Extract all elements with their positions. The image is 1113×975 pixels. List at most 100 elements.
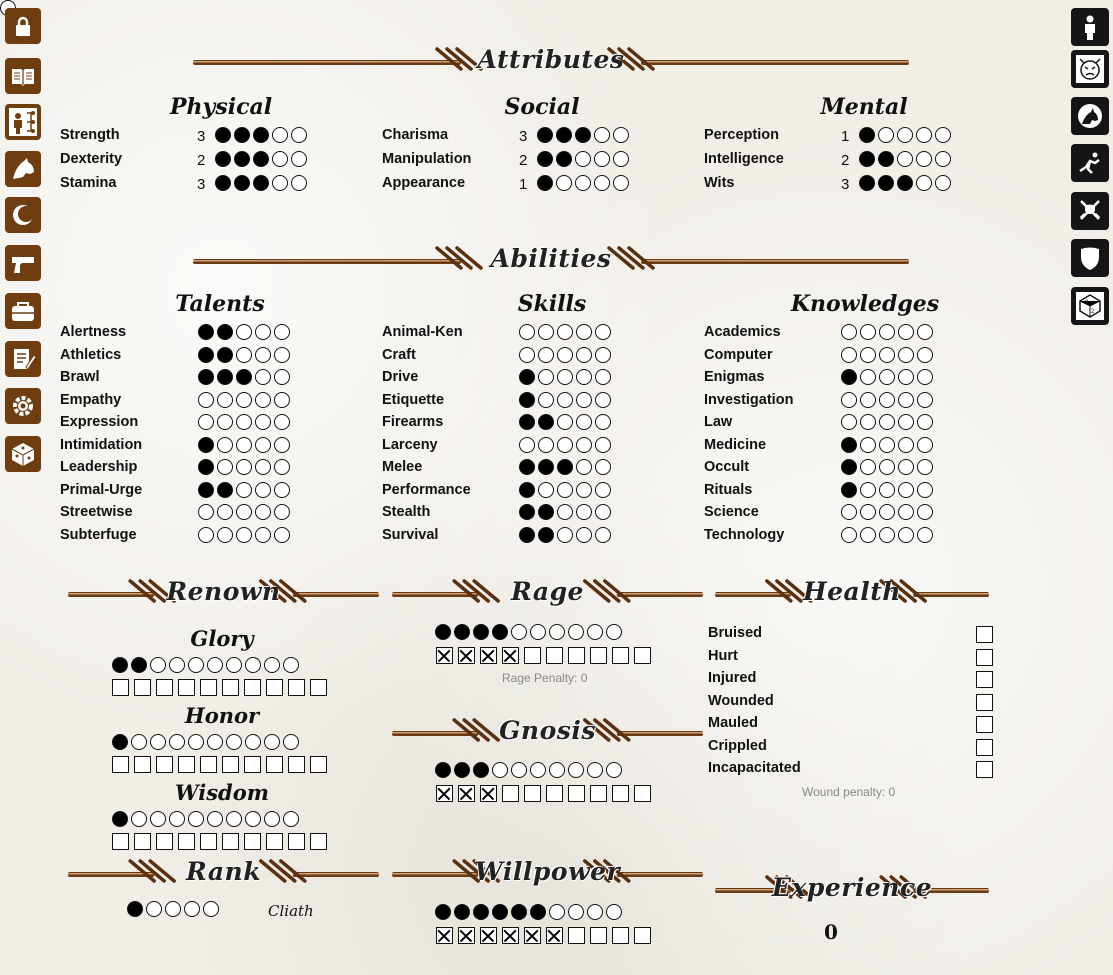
empty-dot[interactable] <box>207 811 223 827</box>
empty-dot[interactable] <box>606 762 622 778</box>
empty-dot[interactable] <box>188 734 204 750</box>
empty-dot[interactable] <box>879 391 895 408</box>
empty-dot[interactable] <box>613 151 629 167</box>
empty-dot[interactable] <box>576 369 592 385</box>
empty-dot[interactable] <box>841 414 857 430</box>
empty-dot[interactable] <box>255 481 271 498</box>
health-level-checkbox[interactable] <box>976 738 993 756</box>
empty-dot[interactable] <box>264 657 280 673</box>
nav-d20-button[interactable]: 92 <box>1071 287 1109 325</box>
filled-dot[interactable] <box>215 151 231 167</box>
filled-dot[interactable] <box>897 175 913 191</box>
empty-dot[interactable] <box>184 901 200 917</box>
crossed-box[interactable] <box>458 785 475 802</box>
empty-dot[interactable] <box>860 481 876 498</box>
filled-dot[interactable] <box>878 151 894 167</box>
empty-dot[interactable] <box>150 734 166 750</box>
empty-dot[interactable] <box>879 346 895 363</box>
empty-dot[interactable] <box>131 811 147 827</box>
health-level-checkbox[interactable] <box>976 648 993 666</box>
empty-dot[interactable] <box>860 436 876 453</box>
empty-dot[interactable] <box>594 127 610 143</box>
empty-dot[interactable] <box>538 346 554 363</box>
empty-dot[interactable] <box>274 346 290 363</box>
empty-dot[interactable] <box>538 436 554 453</box>
filled-dot[interactable] <box>127 901 143 917</box>
filled-dot[interactable] <box>234 175 250 191</box>
empty-dot[interactable] <box>860 324 876 340</box>
filled-dot[interactable] <box>454 904 470 920</box>
empty-dot[interactable] <box>272 175 288 191</box>
nav-gear-button[interactable] <box>5 388 41 424</box>
empty-dot[interactable] <box>283 734 299 750</box>
empty-dot[interactable] <box>595 346 611 363</box>
filled-dot[interactable] <box>215 127 231 143</box>
empty-dot[interactable] <box>549 762 565 778</box>
empty-dot[interactable] <box>860 459 876 475</box>
filled-dot[interactable] <box>530 904 546 920</box>
health-level-checkbox[interactable] <box>976 693 993 711</box>
empty-box[interactable] <box>134 679 151 696</box>
filled-dot[interactable] <box>519 504 535 520</box>
filled-dot[interactable] <box>215 175 231 191</box>
empty-dot[interactable] <box>245 734 261 750</box>
empty-dot[interactable] <box>198 504 214 520</box>
empty-dot[interactable] <box>606 624 622 640</box>
health-level-checkbox[interactable] <box>976 761 993 778</box>
empty-dot[interactable] <box>613 175 629 191</box>
filled-dot[interactable] <box>519 414 535 430</box>
filled-dot[interactable] <box>841 369 857 385</box>
empty-dot[interactable] <box>587 904 603 920</box>
empty-dot[interactable] <box>898 324 914 340</box>
empty-box[interactable] <box>222 679 239 696</box>
empty-dot[interactable] <box>245 811 261 827</box>
empty-box[interactable] <box>568 927 585 944</box>
empty-dot[interactable] <box>576 504 592 520</box>
empty-dot[interactable] <box>236 391 252 408</box>
filled-dot[interactable] <box>435 762 451 778</box>
empty-dot[interactable] <box>898 391 914 408</box>
empty-dot[interactable] <box>879 414 895 430</box>
empty-box[interactable] <box>112 833 129 850</box>
filled-dot[interactable] <box>519 481 535 498</box>
filled-dot[interactable] <box>198 436 214 453</box>
empty-dot[interactable] <box>879 324 895 340</box>
empty-dot[interactable] <box>217 459 233 475</box>
empty-box[interactable] <box>612 785 629 802</box>
crossed-box[interactable] <box>480 927 497 944</box>
empty-dot[interactable] <box>557 481 573 498</box>
filled-dot[interactable] <box>253 151 269 167</box>
filled-dot[interactable] <box>537 127 553 143</box>
nav-notes-button[interactable] <box>5 341 41 377</box>
filled-dot[interactable] <box>473 624 489 640</box>
filled-dot[interactable] <box>841 459 857 475</box>
filled-dot[interactable] <box>859 127 875 143</box>
empty-dot[interactable] <box>879 369 895 385</box>
filled-dot[interactable] <box>519 391 535 408</box>
empty-dot[interactable] <box>860 414 876 430</box>
crossed-box[interactable] <box>480 647 497 664</box>
filled-dot[interactable] <box>198 346 214 363</box>
filled-dot[interactable] <box>234 127 250 143</box>
empty-dot[interactable] <box>264 811 280 827</box>
nav-dice-button[interactable] <box>5 436 41 472</box>
empty-dot[interactable] <box>274 414 290 430</box>
empty-dot[interactable] <box>549 904 565 920</box>
empty-dot[interactable] <box>519 346 535 363</box>
empty-dot[interactable] <box>879 526 895 543</box>
empty-dot[interactable] <box>568 762 584 778</box>
empty-dot[interactable] <box>917 436 933 453</box>
empty-dot[interactable] <box>595 481 611 498</box>
empty-dot[interactable] <box>236 346 252 363</box>
filled-dot[interactable] <box>435 904 451 920</box>
empty-dot[interactable] <box>841 504 857 520</box>
empty-dot[interactable] <box>203 901 219 917</box>
empty-dot[interactable] <box>917 369 933 385</box>
empty-dot[interactable] <box>549 624 565 640</box>
empty-dot[interactable] <box>575 151 591 167</box>
crossed-box[interactable] <box>458 927 475 944</box>
nav-book-button[interactable] <box>5 58 41 94</box>
empty-dot[interactable] <box>255 391 271 408</box>
empty-box[interactable] <box>178 679 195 696</box>
empty-dot[interactable] <box>879 459 895 475</box>
